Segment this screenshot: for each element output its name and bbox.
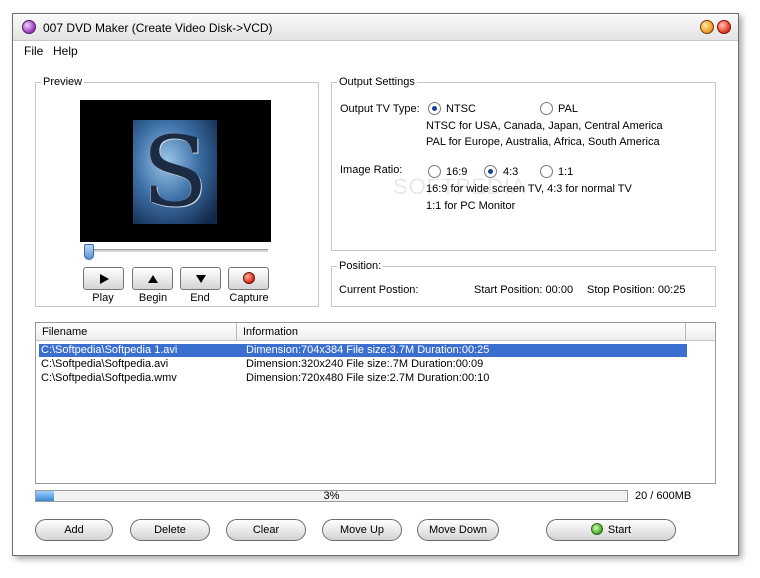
seek-track[interactable]: [84, 249, 268, 252]
menu-file[interactable]: File: [24, 44, 43, 58]
window-title: 007 DVD Maker (Create Video Disk->VCD): [43, 21, 273, 35]
play-button[interactable]: [83, 267, 124, 290]
column-information[interactable]: Information: [237, 323, 686, 341]
app-icon: [22, 20, 36, 34]
ntsc-label: NTSC: [446, 103, 476, 115]
position-legend: Position:: [337, 260, 384, 272]
start-label: Start: [607, 524, 632, 536]
ratio-16-9-label: 16:9: [446, 166, 468, 178]
tv-type-label: Output TV Type:: [340, 103, 420, 115]
table-row[interactable]: C:\Softpedia\Softpedia.wmv Dimension:720…: [39, 372, 687, 385]
output-settings-legend: Output Settings: [337, 76, 417, 88]
seek-slider-handle[interactable]: [84, 244, 94, 260]
radio-ntsc[interactable]: [428, 102, 441, 115]
triangle-down-icon: [195, 275, 206, 283]
pal-label: PAL: [558, 103, 578, 115]
begin-button[interactable]: [132, 267, 173, 290]
capture-button[interactable]: [228, 267, 269, 290]
ratio-note-pc: 1:1 for PC Monitor: [426, 200, 516, 212]
menu-bar: File Help: [13, 42, 738, 60]
title-bar[interactable]: 007 DVD Maker (Create Video Disk->VCD): [13, 14, 738, 41]
ratio-note-wide: 16:9 for wide screen TV, 4:3 for normal …: [426, 183, 632, 195]
start-button[interactable]: Start: [546, 519, 676, 541]
image-ratio-label: Image Ratio:: [340, 164, 403, 176]
column-filename[interactable]: Filename: [36, 323, 237, 341]
stop-position: Stop Position: 00:25: [587, 284, 686, 296]
progress-bar: 3%: [35, 490, 628, 502]
radio-pal[interactable]: [540, 102, 553, 115]
add-button[interactable]: Add: [35, 519, 113, 541]
end-button[interactable]: [180, 267, 221, 290]
table-row[interactable]: C:\Softpedia\Softpedia 1.avi Dimension:7…: [39, 344, 687, 357]
progress-percent: 3%: [323, 490, 340, 502]
radio-ratio-4-3[interactable]: [484, 165, 497, 178]
move-down-button[interactable]: Move Down: [417, 519, 499, 541]
start-position: Start Position: 00:00: [474, 284, 574, 296]
pal-note: PAL for Europe, Australia, Africa, South…: [426, 136, 660, 148]
table-row[interactable]: C:\Softpedia\Softpedia.avi Dimension:320…: [39, 358, 687, 371]
ratio-4-3-label: 4:3: [503, 166, 519, 178]
radio-ratio-1-1[interactable]: [540, 165, 553, 178]
record-icon: [242, 272, 255, 284]
triangle-up-icon: [147, 275, 158, 283]
move-up-button[interactable]: Move Up: [322, 519, 402, 541]
play-icon: [99, 274, 109, 284]
capture-label: Capture: [229, 292, 269, 304]
minimize-button[interactable]: [700, 20, 714, 34]
menu-help[interactable]: Help: [53, 44, 78, 58]
file-list[interactable]: Filename Information C:\Softpedia\Softpe…: [35, 322, 716, 484]
preview-legend: Preview: [41, 76, 85, 88]
delete-button[interactable]: Delete: [130, 519, 210, 541]
clear-button[interactable]: Clear: [226, 519, 306, 541]
disc-icon: [590, 523, 603, 535]
current-position: Current Postion:: [339, 284, 419, 296]
preview-thumbnail: S: [133, 120, 217, 224]
radio-ratio-16-9[interactable]: [428, 165, 441, 178]
column-spacer: [686, 323, 715, 341]
ratio-1-1-label: 1:1: [558, 166, 574, 178]
close-button[interactable]: [717, 20, 731, 34]
ntsc-note: NTSC for USA, Canada, Japan, Central Ame…: [426, 120, 663, 132]
size-indicator: 20 / 600MB: [635, 490, 692, 502]
app-window: 007 DVD Maker (Create Video Disk->VCD) F…: [12, 13, 739, 556]
